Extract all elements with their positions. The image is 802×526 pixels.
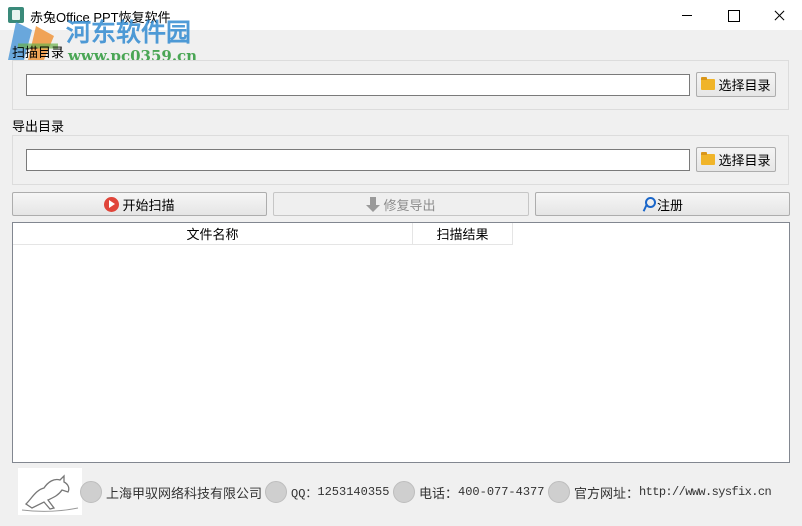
company-name: 上海甲驭网络科技有限公司: [106, 485, 263, 501]
export-browse-label: 选择目录: [718, 153, 771, 168]
column-header-scan-result[interactable]: 扫描结果: [413, 223, 513, 245]
close-button[interactable]: [756, 0, 802, 30]
scan-browse-label: 选择目录: [718, 78, 771, 93]
window-title: 赤兔Office PPT恢复软件: [30, 10, 171, 25]
qq-icon: [265, 481, 287, 503]
repair-export-label: 修复导出: [383, 197, 436, 213]
folder-icon: [701, 77, 716, 90]
scan-browse-button[interactable]: 选择目录: [696, 72, 776, 97]
register-button[interactable]: 注册: [535, 192, 790, 216]
register-label: 注册: [656, 197, 683, 213]
company-info: 上海甲驭网络科技有限公司: [80, 481, 262, 503]
website-label: 官方网址：: [574, 485, 640, 501]
play-icon: [104, 196, 120, 212]
download-arrow-icon: [366, 196, 381, 212]
website-info: 官方网址： http://www.sysfix.cn: [548, 481, 772, 503]
start-scan-button[interactable]: 开始扫描: [12, 192, 267, 216]
phone-number: 400-077-4377: [458, 485, 545, 499]
maximize-button[interactable]: [710, 0, 756, 30]
export-browse-button[interactable]: 选择目录: [696, 147, 776, 172]
footer: 上海甲驭网络科技有限公司 QQ： 1253140355 电话： 400-077-…: [12, 467, 790, 516]
folder-icon: [701, 152, 716, 165]
start-scan-label: 开始扫描: [122, 197, 175, 213]
qq-number: 1253140355: [317, 485, 390, 499]
phone-label: 电话：: [419, 485, 459, 501]
column-header-file-name[interactable]: 文件名称: [13, 223, 413, 245]
company-icon: [80, 481, 102, 503]
file-list[interactable]: 文件名称 扫描结果: [12, 222, 790, 463]
scan-directory-label: 扫描目录: [12, 45, 65, 60]
key-icon: [642, 196, 656, 212]
globe-icon: [548, 481, 570, 503]
repair-export-button[interactable]: 修复导出: [273, 192, 529, 216]
qq-info: QQ： 1253140355: [265, 481, 389, 503]
app-icon: [8, 7, 24, 23]
export-directory-label: 导出目录: [12, 119, 65, 134]
scan-directory-input[interactable]: [26, 74, 690, 96]
export-directory-input[interactable]: [26, 149, 690, 171]
title-bar: 赤兔Office PPT恢复软件: [0, 0, 802, 30]
phone-info: 电话： 400-077-4377: [393, 481, 544, 503]
phone-icon: [393, 481, 415, 503]
website-url[interactable]: http://www.sysfix.cn: [639, 485, 772, 499]
qq-label: QQ：: [291, 486, 318, 501]
file-list-header: 文件名称 扫描结果: [13, 223, 513, 245]
horse-logo-icon: [18, 468, 82, 515]
minimize-button[interactable]: [664, 0, 710, 30]
